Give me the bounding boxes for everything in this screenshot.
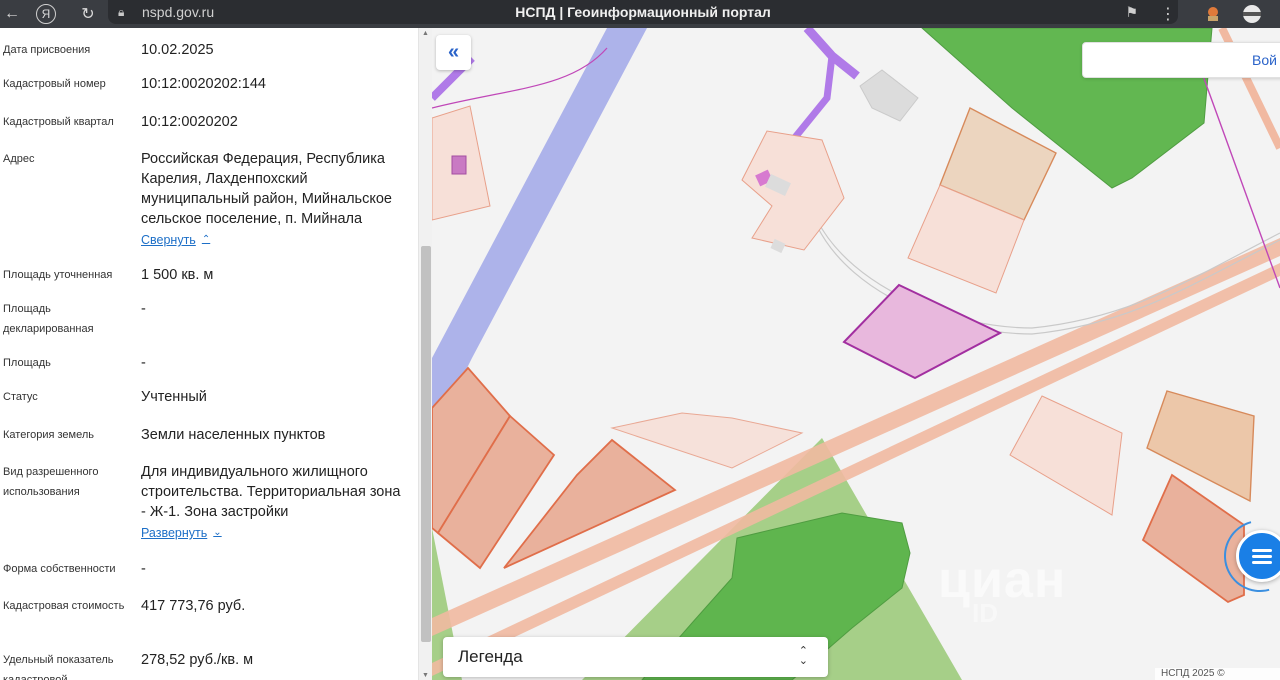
row-value: - — [141, 355, 146, 371]
row-label: Вид разрешенного использования — [3, 466, 99, 498]
legend-dropdown[interactable]: Легенда ⌃ ⌄ — [443, 637, 828, 677]
row-value: 10:12:0020202 — [141, 114, 238, 130]
row-label: Площадь декларированная — [3, 303, 94, 335]
scrollbar-thumb[interactable] — [421, 246, 431, 642]
toggle-label: Свернуть — [141, 233, 196, 247]
land-parcel[interactable] — [610, 412, 804, 469]
row-value: - — [141, 561, 146, 577]
login-button[interactable]: Вой — [1252, 52, 1277, 68]
reload-icon[interactable]: ↻ — [77, 3, 99, 25]
land-parcel[interactable] — [1146, 390, 1255, 503]
row-value: 10:12:0020202:144 — [141, 76, 266, 92]
map-canvas[interactable] — [432, 28, 1280, 680]
scroll-down-icon[interactable]: ▼ — [422, 672, 429, 679]
row-value: Учтенный — [141, 389, 207, 405]
chat-button[interactable] — [1236, 530, 1280, 582]
row-label: Удельный показатель кадастровой — [3, 654, 114, 680]
row-label: Площадь уточненная — [3, 269, 113, 281]
cadastral-map[interactable] — [432, 28, 1280, 680]
url-text: nspd.gov.ru — [142, 4, 215, 20]
expand-permitted-use-link[interactable]: Развернуть ⌄ — [141, 523, 222, 543]
scroll-up-icon[interactable]: ▲ — [422, 30, 429, 37]
land-parcel[interactable] — [741, 130, 845, 251]
cadastral-info-panel: Дата присвоения 10.02.2025 Кадастровый н… — [0, 28, 432, 680]
row-value: 1 500 кв. м — [141, 267, 214, 283]
row-label: Площадь — [3, 357, 51, 369]
row-value: 278,52 руб./кв. м — [141, 652, 254, 668]
arrow-left-icon[interactable]: ← — [1, 3, 23, 25]
profile-avatar-icon[interactable] — [1241, 2, 1263, 26]
row-value: Земли населенных пунктов — [141, 427, 326, 443]
chevron-updown-icon: ⌃ ⌄ — [798, 645, 808, 667]
row-value: - — [141, 301, 146, 317]
selected-parcel[interactable] — [842, 283, 1003, 380]
row-label: Кадастровая стоимость — [3, 600, 125, 612]
yandex-logo-icon[interactable]: Я — [36, 4, 56, 24]
row-value: 417 773,76 руб. — [141, 598, 246, 614]
lock-icon: 🔒︎ — [118, 5, 125, 19]
toggle-label: Развернуть — [141, 526, 208, 540]
address-text: Российская Федерация, Республика Карелия… — [141, 151, 392, 227]
land-parcel[interactable] — [1009, 395, 1123, 516]
row-label: Кадастровый номер — [3, 78, 106, 90]
map-search-box[interactable]: Вой — [1082, 42, 1280, 78]
row-label: Категория земель — [3, 429, 94, 441]
building-footprint — [859, 69, 919, 122]
row-label: Адрес — [3, 153, 35, 165]
row-value: Российская Федерация, Республика Карелия… — [141, 149, 409, 250]
row-label: Форма собственности — [3, 563, 116, 575]
map-copyright: НСПД 2025 © — [1155, 668, 1280, 680]
menu-dots-icon[interactable]: ⋮ — [1160, 2, 1176, 26]
address-bar[interactable]: 🔒︎ nspd.gov.ru НСПД | Геоинформационный … — [108, 0, 1178, 24]
row-label: Кадастровый квартал — [3, 116, 114, 128]
collapse-panel-button[interactable]: « — [436, 35, 471, 70]
row-label: Статус — [3, 391, 38, 403]
chat-lines-icon — [1252, 546, 1272, 567]
extension-icon[interactable] — [1202, 2, 1224, 26]
permitted-use-text: Для индивидуального жилищного строительс… — [141, 464, 401, 520]
building-footprint — [451, 155, 467, 175]
row-value: Для индивидуального жилищного строительс… — [141, 462, 409, 543]
browser-toolbar: ← Я ↻ 🔒︎ nspd.gov.ru НСПД | Геоинформаци… — [0, 0, 1280, 28]
collapse-address-link[interactable]: Свернуть ⌃ — [141, 230, 210, 250]
row-value: 10.02.2025 — [141, 42, 214, 58]
chevron-down-icon: ⌄ — [213, 527, 222, 538]
row-label: Дата присвоения — [3, 44, 91, 56]
legend-label: Легенда — [458, 647, 523, 666]
bookmark-icon[interactable]: ⚑ — [1125, 4, 1138, 21]
chevron-up-icon: ⌃ — [201, 234, 211, 245]
panel-scrollbar[interactable]: ▲ ▼ — [418, 28, 432, 680]
page-title: НСПД | Геоинформационный портал — [515, 4, 771, 20]
